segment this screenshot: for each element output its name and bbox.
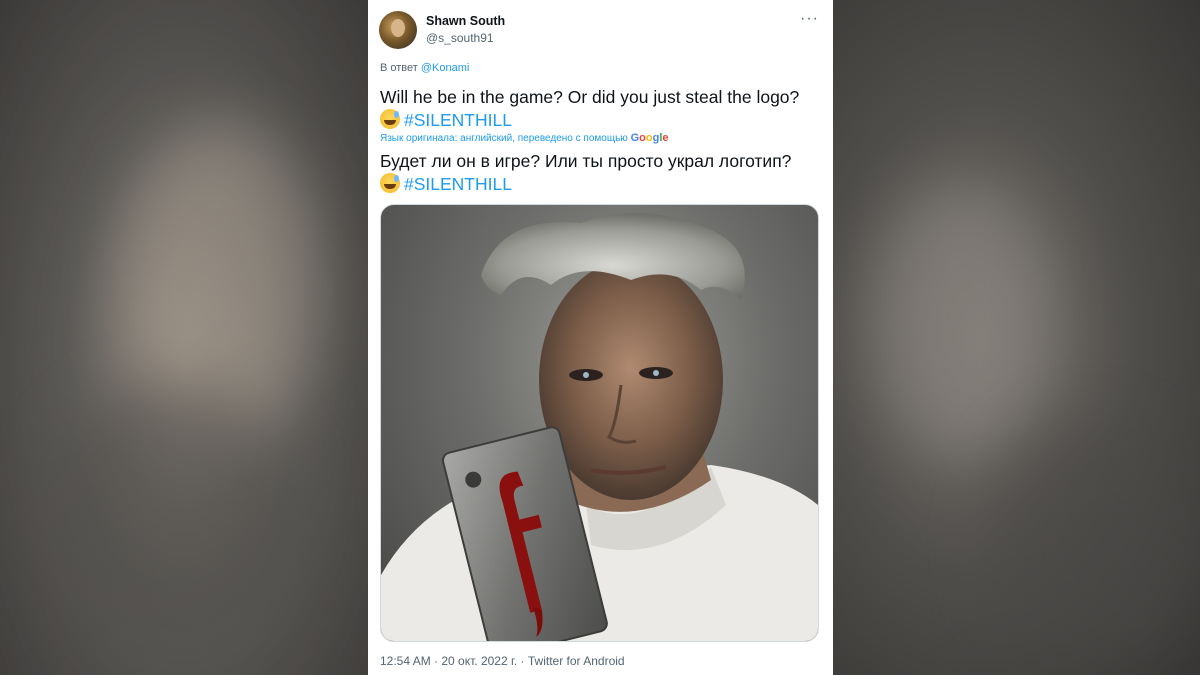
translated-text: Будет ли он в игре? Или ты просто украл … [380,151,792,171]
sweat-smile-emoji-icon [380,173,400,193]
reply-mention-link[interactable]: @Konami [421,62,469,74]
avatar[interactable] [379,11,417,49]
tweet-card: Shawn South @s_south91 ··· В ответ @Kona… [368,0,833,675]
tweet-timestamp[interactable]: 12:54 AM · 20 окт. 2022 г. · Twitter for… [380,654,625,668]
hashtag-link[interactable]: #SILENTHILL [404,110,512,130]
background-right [833,0,1200,675]
more-icon[interactable]: ··· [800,11,819,27]
background-left [0,0,368,675]
google-logo: Google [630,132,669,144]
reply-prefix: В ответ [380,62,418,74]
translation-note: Язык оригинала: английский, переведено с… [380,132,669,144]
author-handle[interactable]: @s_south91 [426,31,494,45]
tweet-photo[interactable] [380,204,819,642]
sweat-smile-emoji-icon [380,109,400,129]
translation-note-text: Язык оригинала: английский, переведено с… [380,133,628,144]
author-name[interactable]: Shawn South [426,14,505,28]
tweet-text-original: Will he be in the game? Or did you just … [380,86,820,132]
reply-context: В ответ @Konami [380,62,469,74]
hashtag-link-translated[interactable]: #SILENTHILL [404,174,512,194]
tweet-text: Will he be in the game? Or did you just … [380,87,800,107]
tweet-text-translated: Будет ли он в игре? Или ты просто украл … [380,150,820,196]
